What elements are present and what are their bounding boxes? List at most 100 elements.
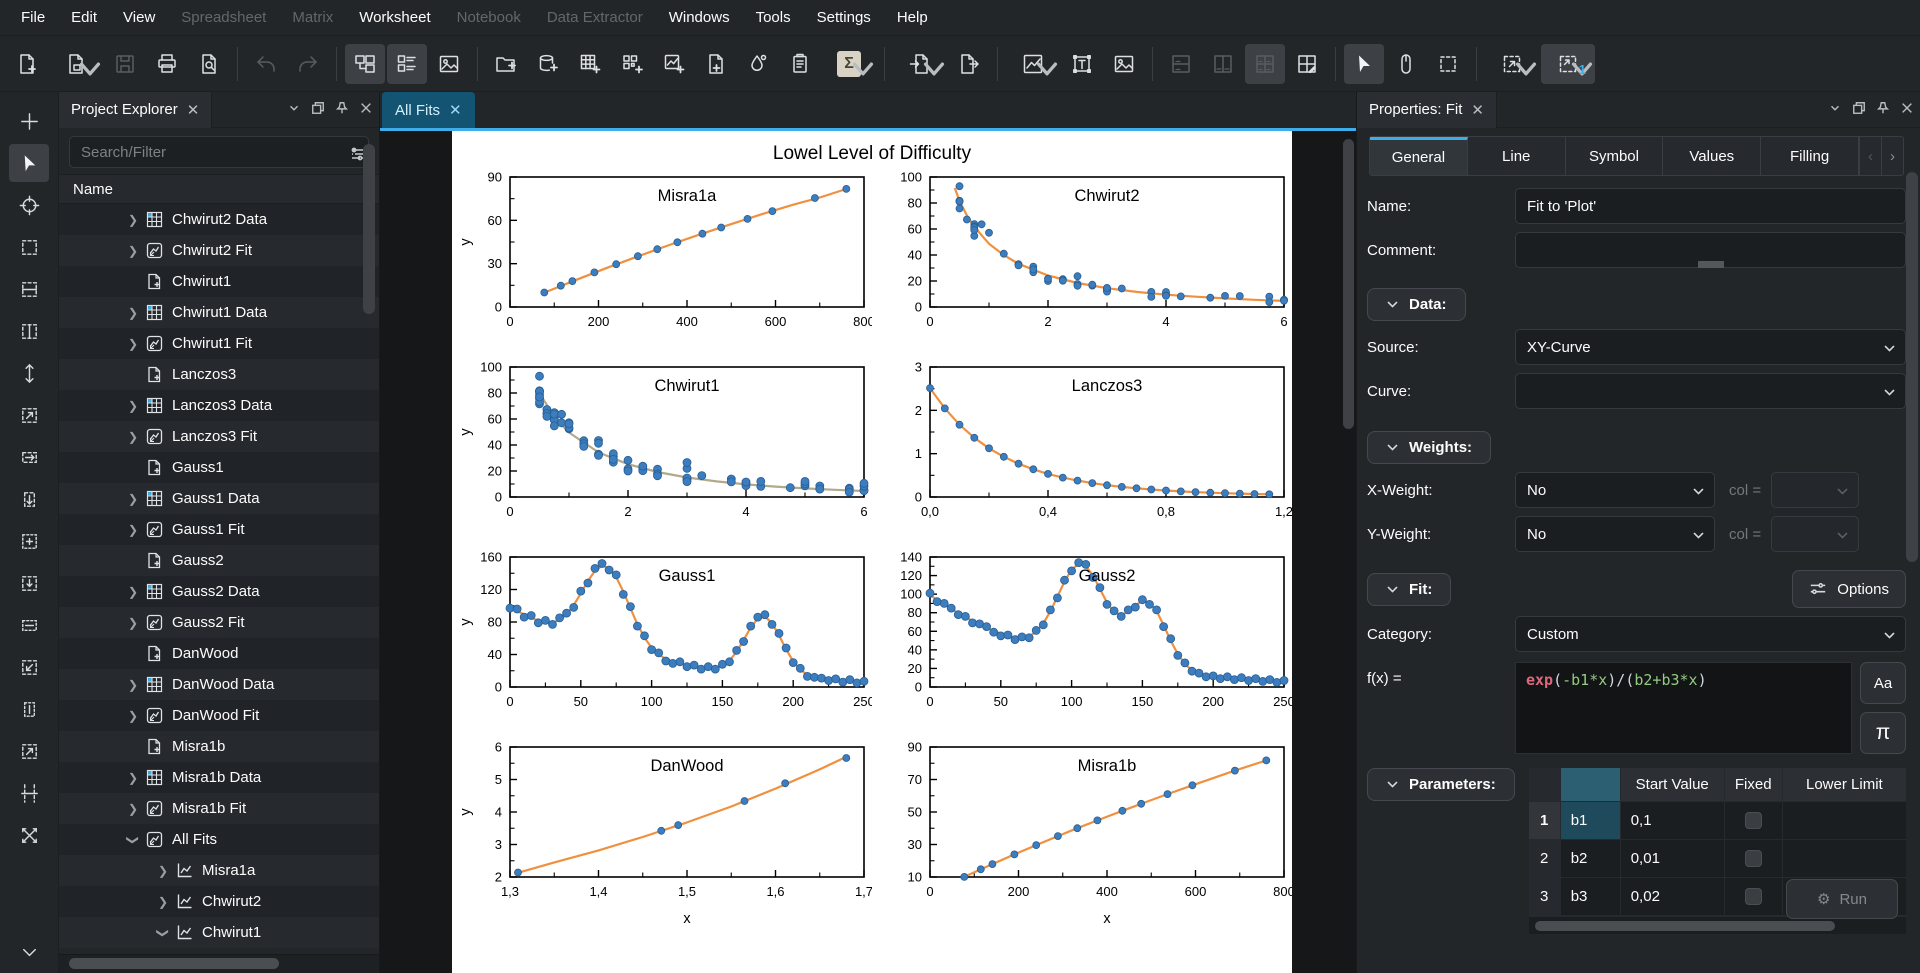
tree-item-gauss2-fit[interactable]: ❯ Gauss2 Fit	[59, 607, 379, 638]
add-button[interactable]	[9, 102, 49, 140]
new-datapicker-button[interactable]	[738, 44, 778, 84]
param-lower-cell[interactable]	[1782, 840, 1906, 878]
menu-file[interactable]: File	[8, 0, 58, 36]
tree-item-lanczos3-fit[interactable]: ❯ Lanczos3 Fit	[59, 421, 379, 452]
move-vertical-button[interactable]	[9, 354, 49, 392]
col-header-lower-limit[interactable]: Lower Limit	[1782, 768, 1906, 802]
dock-close-icon[interactable]	[359, 101, 373, 119]
col-header-fixed[interactable]: Fixed	[1724, 768, 1783, 802]
import-box-button[interactable]	[9, 564, 49, 602]
dock-float-icon[interactable]	[1852, 101, 1866, 119]
tree-item-lanczos3[interactable]: Lanczos3	[59, 359, 379, 390]
screenshot-button[interactable]	[429, 44, 469, 84]
zoom-y-rect-button[interactable]	[9, 480, 49, 518]
close-icon[interactable]: ✕	[1471, 101, 1484, 119]
tab-close-icon[interactable]: ✕	[449, 101, 462, 119]
expander-collapsed-icon[interactable]: ❯	[125, 337, 141, 351]
properties-tab-filling[interactable]: Filling	[1761, 137, 1859, 175]
select-rect-button[interactable]	[9, 228, 49, 266]
tree-item-chwirut2[interactable]: ❯ Chwirut2	[59, 886, 379, 917]
tree-item-chwirut2-fit[interactable]: ❯ Chwirut2 Fit	[59, 235, 379, 266]
tree-column-header[interactable]: Name	[59, 174, 379, 204]
functions-pi-button[interactable]: π	[1860, 712, 1906, 754]
data-section-button[interactable]: Data:	[1367, 288, 1466, 321]
expander-collapsed-icon[interactable]: ❯	[125, 585, 141, 599]
worksheet-canvas[interactable]: Lowel Level of Difficulty 0 200 400 600 800 0…	[452, 131, 1292, 973]
auto-scale-x-button[interactable]	[9, 606, 49, 644]
toggle-project-explorer-button[interactable]	[345, 43, 385, 84]
zoom-fit-button[interactable]	[1485, 44, 1539, 84]
expand-box-button[interactable]	[9, 732, 49, 770]
yweight-combobox[interactable]: No	[1515, 516, 1715, 552]
zoom-x-rect-button[interactable]	[9, 438, 49, 476]
name-input[interactable]: Fit to 'Plot'	[1515, 188, 1906, 224]
dock-pin-icon[interactable]	[1876, 101, 1890, 119]
tree-item-chwirut1[interactable]: Chwirut1	[59, 266, 379, 297]
tree-item-danwood[interactable]: DanWood	[59, 638, 379, 669]
tree-item-misra1b-fit[interactable]: ❯ Misra1b Fit	[59, 793, 379, 824]
expander-collapsed-icon[interactable]: ❯	[125, 306, 141, 320]
expander-collapsed-icon[interactable]: ❯	[125, 802, 141, 816]
tree-item-gauss2-data[interactable]: ❯ Gauss2 Data	[59, 576, 379, 607]
tree-horizontal-scrollbar[interactable]	[69, 958, 279, 969]
param-start-cell[interactable]: 0,1	[1620, 802, 1725, 840]
plot-gauss2[interactable]: 0 50 100 150 200 250 0 20 40 60 80 100 120 140 Gauss2	[872, 547, 1292, 737]
yweight-col-combobox[interactable]	[1771, 516, 1860, 552]
tabs-scroll-right-button[interactable]: ›	[1880, 137, 1903, 175]
project-explorer-tab[interactable]: Project Explorer ✕	[59, 91, 213, 128]
formula-editor[interactable]: exp(-b1*x)/(b2+b3*x)	[1515, 662, 1852, 754]
tree-item-danwood-data[interactable]: ❯ DanWood Data	[59, 669, 379, 700]
expander-collapsed-icon[interactable]: ❯	[125, 709, 141, 723]
fixed-checkbox[interactable]	[1744, 812, 1762, 829]
param-start-cell[interactable]: 0,01	[1620, 840, 1725, 878]
expander-expanded-icon[interactable]: ❯	[126, 832, 140, 848]
tree-item-chwirut2-data[interactable]: ❯ Chwirut2 Data	[59, 204, 379, 235]
new-worksheet-button[interactable]	[654, 44, 694, 84]
expander-expanded-icon[interactable]: ❯	[156, 925, 170, 941]
menu-tools[interactable]: Tools	[743, 0, 804, 36]
expander-collapsed-icon[interactable]: ❯	[155, 895, 171, 909]
xweight-combobox[interactable]: No	[1515, 472, 1715, 508]
properties-tab-values[interactable]: Values	[1663, 137, 1762, 175]
menu-edit[interactable]: Edit	[58, 0, 110, 36]
expander-collapsed-icon[interactable]: ❯	[155, 864, 171, 878]
curve-combobox[interactable]	[1515, 373, 1906, 409]
spread-arrows-button[interactable]	[9, 816, 49, 854]
menu-view[interactable]: View	[110, 0, 168, 36]
zoom-one-button[interactable]: 1	[1541, 43, 1595, 84]
fixed-checkbox[interactable]	[1744, 888, 1762, 905]
tree-item-misra1a[interactable]: ❯ Misra1a	[59, 855, 379, 886]
param-name-cell[interactable]: b2	[1560, 840, 1621, 878]
tree-item-all-fits[interactable]: ❯ All Fits	[59, 824, 379, 855]
tree-item-chwirut1[interactable]: ❯ Chwirut1	[59, 917, 379, 948]
weights-section-button[interactable]: Weights:	[1367, 431, 1492, 464]
new-spreadsheet-button[interactable]	[570, 44, 610, 84]
open-project-button[interactable]	[49, 44, 103, 84]
select-rect-3-button[interactable]	[9, 312, 49, 350]
plot-lanczos3[interactable]: 0,0 0,4 0,8 1,2 0 1 2 3 Lanczos3	[872, 357, 1292, 547]
tree-item-danwood-fit[interactable]: ❯ DanWood Fit	[59, 700, 379, 731]
tree-vertical-scrollbar[interactable]	[363, 144, 375, 314]
expander-collapsed-icon[interactable]: ❯	[125, 616, 141, 630]
tree-item-misra1b-data[interactable]: ❯ Misra1b Data	[59, 762, 379, 793]
close-icon[interactable]: ✕	[187, 101, 200, 119]
auto-scale-y-button[interactable]	[9, 690, 49, 728]
new-workbook-button[interactable]	[528, 44, 568, 84]
cas-worksheet-button[interactable]: Σ	[822, 44, 876, 84]
tree-item-chwirut1-fit[interactable]: ❯ Chwirut1 Fit	[59, 328, 379, 359]
plot-chwirut1[interactable]: 0 2 4 6020406080100Chwirut1y	[452, 357, 872, 547]
plot-danwood[interactable]: 1,3 1,4 1,5 1,6 1,7 2 3 4 5 6 DanWood y x	[452, 737, 872, 928]
menu-help[interactable]: Help	[884, 0, 941, 36]
source-combobox[interactable]: XY-Curve	[1515, 329, 1906, 365]
menu-settings[interactable]: Settings	[804, 0, 884, 36]
print-preview-button[interactable]	[189, 44, 229, 84]
param-lower-cell[interactable]	[1782, 802, 1906, 840]
tree-item-misra1b[interactable]: Misra1b	[59, 731, 379, 762]
zoom-mode-button[interactable]	[1386, 44, 1426, 84]
zoom-rect-button[interactable]	[9, 396, 49, 434]
properties-tab[interactable]: Properties: Fit ✕	[1357, 91, 1497, 128]
tab-all-fits[interactable]: All Fits ✕	[382, 92, 475, 128]
search-input[interactable]: Search/Filter	[69, 136, 369, 168]
tree-item-chwirut1-data[interactable]: ❯ Chwirut1 Data	[59, 297, 379, 328]
expander-collapsed-icon[interactable]: ❯	[125, 523, 141, 537]
